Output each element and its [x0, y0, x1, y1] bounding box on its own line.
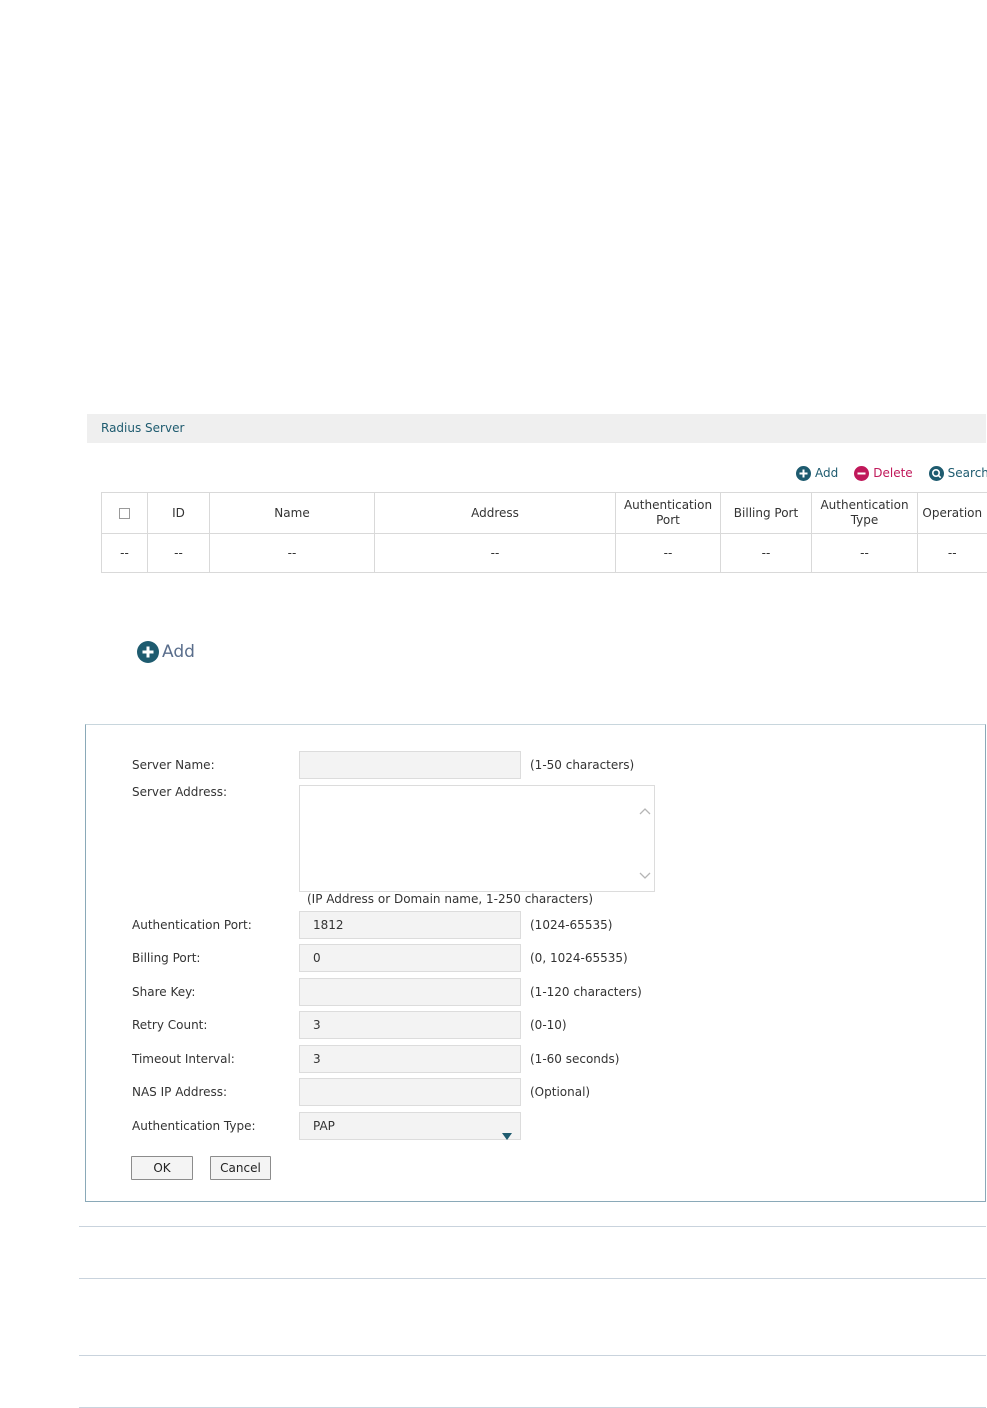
nas-ip-label: NAS IP Address: [132, 1085, 228, 1099]
auth-type-value: PAP [313, 1119, 335, 1133]
nas-ip-input[interactable] [299, 1078, 521, 1106]
select-all-checkbox[interactable] [119, 507, 130, 519]
column-header-billing-port: Billing Port [720, 492, 812, 534]
table-cell: -- [147, 533, 210, 573]
select-all-cell [101, 492, 148, 534]
search-button[interactable]: Search [928, 465, 987, 481]
server-name-input[interactable] [299, 751, 521, 779]
column-header-name: Name [209, 492, 375, 534]
auth-port-label: Authentication Port: [132, 918, 252, 932]
retry-count-label: Retry Count: [132, 1018, 208, 1032]
radius-server-table: ID Name Address Authentication Port Bill… [101, 492, 987, 573]
plus-circle-icon [796, 465, 811, 481]
search-button-label: Search [947, 466, 987, 480]
auth-port-hint: (1024-65535) [530, 918, 613, 932]
billing-port-hint: (0, 1024-65535) [530, 951, 628, 965]
panel-header: Radius Server [87, 414, 986, 443]
server-address-textarea[interactable] [299, 785, 655, 892]
table-cell: -- [615, 533, 721, 573]
share-key-label: Share Key: [132, 985, 196, 999]
billing-port-input[interactable]: 0 [299, 944, 521, 972]
table-cell: -- [811, 533, 918, 573]
retry-count-input[interactable]: 3 [299, 1011, 521, 1039]
add-section-button[interactable]: Add [137, 641, 195, 663]
share-key-hint: (1-120 characters) [530, 985, 642, 999]
column-header-auth-type: Authentication Type [811, 492, 918, 534]
column-header-operation: Operation [917, 492, 987, 534]
auth-type-select[interactable]: PAP [299, 1112, 521, 1140]
divider [79, 1355, 986, 1356]
caret-down-icon [502, 1123, 512, 1149]
add-button[interactable]: Add [796, 465, 839, 481]
cancel-button[interactable]: Cancel [210, 1156, 271, 1180]
server-name-hint: (1-50 characters) [530, 758, 635, 772]
billing-port-label: Billing Port: [132, 951, 201, 965]
server-name-label: Server Name: [132, 758, 215, 772]
plus-circle-icon [137, 641, 159, 663]
minus-circle-icon [854, 465, 870, 481]
auth-port-input[interactable]: 1812 [299, 911, 521, 939]
delete-button[interactable]: Delete [854, 465, 913, 481]
search-icon [928, 465, 944, 481]
toolbar: Add Delete Search [796, 463, 987, 483]
table-cell: -- [374, 533, 616, 573]
column-header-address: Address [374, 492, 616, 534]
add-section-label: Add [162, 642, 195, 662]
retry-count-hint: (0-10) [530, 1018, 567, 1032]
table-cell: -- [917, 533, 987, 573]
divider [79, 1226, 986, 1227]
scroll-up-icon[interactable] [639, 800, 651, 819]
add-button-label: Add [815, 466, 839, 480]
timeout-interval-hint: (1-60 seconds) [530, 1052, 620, 1066]
delete-button-label: Delete [873, 466, 913, 480]
table-cell: -- [720, 533, 812, 573]
column-header-auth-port: Authentication Port [615, 492, 721, 534]
scroll-down-icon[interactable] [639, 865, 651, 884]
nas-ip-hint: (Optional) [530, 1085, 591, 1099]
ok-button[interactable]: OK [131, 1156, 193, 1180]
column-header-id: ID [147, 492, 210, 534]
timeout-interval-label: Timeout Interval: [132, 1052, 235, 1066]
table-row: -- -- -- -- -- -- -- -- [101, 533, 987, 573]
share-key-input[interactable] [299, 978, 521, 1006]
server-address-hint: (IP Address or Domain name, 1-250 charac… [307, 892, 594, 906]
table-cell: -- [209, 533, 375, 573]
timeout-interval-input[interactable]: 3 [299, 1045, 521, 1073]
divider [79, 1278, 986, 1279]
server-address-label: Server Address: [132, 785, 227, 799]
table-cell: -- [101, 533, 148, 573]
auth-type-label: Authentication Type: [132, 1119, 256, 1133]
panel-title: Radius Server [101, 421, 185, 435]
table-header-row: ID Name Address Authentication Port Bill… [101, 492, 987, 534]
